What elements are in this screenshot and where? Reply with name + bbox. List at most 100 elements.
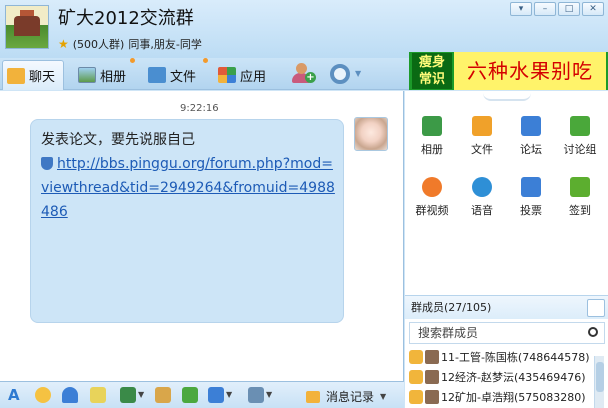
member-item[interactable]: 12矿加-卓浩翔(575083280) — [409, 388, 586, 406]
app-store-icon[interactable] — [248, 387, 264, 403]
search-icon[interactable] — [587, 299, 605, 317]
ad-banner[interactable]: 瘦身 常识 六种水果别吃 — [409, 52, 608, 90]
member-count: (500人群) — [72, 38, 125, 51]
member-search-input[interactable]: 搜索群成员 — [409, 322, 605, 344]
chevron-down-icon: ▼ — [380, 392, 387, 401]
folder-icon — [148, 67, 166, 83]
member-name: 12经济-赵梦沄(435469476) — [441, 371, 586, 384]
member-level-icon — [409, 390, 423, 404]
notes-icon[interactable] — [155, 387, 171, 403]
forum-icon — [521, 116, 541, 136]
tab-chat-label: 聊天 — [29, 70, 56, 85]
group-tags: 同事,朋友-同学 — [128, 38, 202, 51]
chat-area: 9:22:16 发表论文，要先说服自己 http://bbs.pinggu.or… — [0, 91, 404, 381]
music-icon[interactable] — [182, 387, 198, 403]
tab-apps-label: 应用 — [240, 69, 267, 85]
album-badge — [130, 58, 135, 63]
members-count: 群成员(27/105) — [411, 301, 492, 314]
app-album-label: 相册 — [421, 143, 443, 156]
group-avatar[interactable] — [5, 5, 49, 49]
shake-icon[interactable] — [62, 387, 78, 403]
checkin-icon — [570, 177, 590, 197]
emoji-icon[interactable] — [35, 387, 51, 403]
member-list-scrollbar[interactable] — [594, 356, 604, 408]
app-forum[interactable]: 论坛 — [507, 116, 555, 157]
apps-icon — [218, 67, 236, 83]
app-checkin-label: 签到 — [569, 204, 591, 217]
add-member-button[interactable]: + — [292, 63, 316, 85]
star-icon: ★ — [58, 37, 69, 51]
tab-apps[interactable]: 应用 — [218, 60, 266, 90]
files-badge — [203, 58, 208, 63]
member-avatar — [425, 370, 439, 384]
member-name: 11-工管-陈国栋(748644578) — [441, 351, 590, 364]
chevron-down-icon[interactable]: ▼ — [138, 390, 144, 399]
member-level-icon — [409, 350, 423, 364]
tab-album[interactable]: 相册 — [78, 60, 126, 90]
member-search-placeholder: 搜索群成员 — [418, 326, 479, 340]
ad-text: 六种水果别吃 — [454, 52, 606, 90]
search-icon — [588, 327, 598, 337]
message-history-label: 消息记录 — [326, 390, 375, 404]
gear-icon[interactable] — [330, 64, 350, 84]
app-discussion[interactable]: 讨论组 — [556, 116, 604, 157]
tab-album-label: 相册 — [100, 69, 127, 85]
group-subtitle: ★ (500人群) 同事,朋友-同学 — [58, 36, 202, 52]
vote-icon — [521, 177, 541, 197]
message-timestamp: 9:22:16 — [180, 103, 219, 114]
app-video-label: 群视频 — [415, 204, 449, 217]
app-checkin[interactable]: 签到 — [556, 177, 604, 218]
doodle-icon[interactable] — [90, 387, 106, 403]
app-files-label: 文件 — [471, 143, 493, 156]
app-discussion-label: 讨论组 — [563, 143, 597, 156]
discussion-icon — [570, 116, 590, 136]
chevron-down-icon[interactable]: ▼ — [226, 390, 232, 399]
app-video[interactable]: 群视频 — [408, 177, 456, 218]
video-icon — [422, 177, 442, 197]
image-icon[interactable] — [120, 387, 136, 403]
member-avatar — [425, 390, 439, 404]
tab-chat[interactable]: 聊天 — [2, 60, 65, 90]
group-title: 矿大2012交流群 — [58, 8, 194, 29]
chevron-down-icon[interactable]: ▼ — [355, 69, 361, 78]
sender-avatar[interactable] — [354, 117, 388, 151]
group-header: 矿大2012交流群 ★ (500人群) 同事,朋友-同学 ▾ – □ ✕ — [0, 0, 608, 58]
message-history-button[interactable]: 消息记录 ▼ — [306, 388, 386, 405]
ad-tag-line2: 常识 — [418, 72, 445, 87]
tab-files-label: 文件 — [170, 69, 197, 85]
app-vote[interactable]: 投票 — [507, 177, 555, 218]
screenshot-icon[interactable] — [208, 387, 224, 403]
font-icon[interactable]: A — [8, 387, 24, 403]
tab-files[interactable]: 文件 — [148, 60, 196, 90]
member-item[interactable]: 11-工管-陈国栋(748644578) — [409, 348, 590, 366]
side-panel: 相册 文件 论坛 讨论组 群视频 语音 投票 签到 群成员(27/105) 搜索… — [405, 91, 608, 408]
app-vote-label: 投票 — [520, 204, 542, 217]
window-controls: ▾ – □ ✕ — [510, 2, 604, 16]
input-toolbar: A ▼ ▼ ▼ 消息记录 ▼ — [0, 381, 404, 408]
app-voice-label: 语音 — [471, 204, 493, 217]
member-avatar — [425, 350, 439, 364]
menu-icon[interactable]: ▾ — [510, 2, 532, 16]
panel-handle[interactable] — [483, 93, 531, 101]
ad-tag: 瘦身 常识 — [412, 53, 452, 89]
shield-icon — [41, 157, 53, 170]
app-album[interactable]: 相册 — [408, 116, 456, 157]
message-bubble: 发表论文，要先说服自己 http://bbs.pinggu.org/forum.… — [30, 119, 344, 323]
member-level-icon — [409, 370, 423, 384]
album-icon — [78, 67, 96, 83]
chat-icon — [7, 67, 25, 84]
app-voice[interactable]: 语音 — [458, 177, 506, 218]
chevron-down-icon[interactable]: ▼ — [266, 390, 272, 399]
member-item[interactable]: 12经济-赵梦沄(435469476) — [409, 368, 586, 386]
maximize-icon[interactable]: □ — [558, 2, 580, 16]
members-header: 群成员(27/105) — [405, 295, 608, 319]
message-link[interactable]: http://bbs.pinggu.org/forum.php?mod=view… — [41, 156, 335, 220]
scrollbar-thumb[interactable] — [596, 362, 604, 392]
app-files[interactable]: 文件 — [458, 116, 506, 157]
member-name: 12矿加-卓浩翔(575083280) — [441, 391, 586, 404]
history-icon — [306, 390, 320, 403]
ad-tag-line1: 瘦身 — [418, 55, 445, 70]
close-icon[interactable]: ✕ — [582, 2, 604, 16]
minimize-icon[interactable]: – — [534, 2, 556, 16]
photo-icon — [422, 116, 442, 136]
